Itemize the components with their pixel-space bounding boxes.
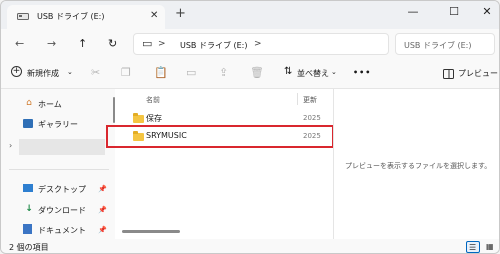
new-button[interactable]: 新規作成 [27,68,59,79]
navigation-pane [1,89,115,239]
chevron-down-icon[interactable]: ⌄ [331,68,337,76]
list-item[interactable]: 保存 2025 [121,111,331,125]
tab-title: USB ドライブ (E:) [37,12,105,21]
details-view-icon: ☰ [469,243,477,252]
rename-icon[interactable]: ▭ [186,66,196,79]
folder-icon [133,113,144,123]
status-bar [1,239,499,253]
chevron-down-icon[interactable]: ⌄ [67,68,73,76]
share-icon[interactable]: ⇪ [219,66,228,79]
sidebar-item-label: ダウンロード [38,206,86,215]
maximize-button[interactable]: ☐ [444,5,464,18]
details-view-button[interactable]: ☰ [466,241,480,253]
monitor-icon: ▭ [142,37,153,50]
preview-message: プレビューを表示するファイルを選択します。 [345,162,492,170]
item-count: 2 個の項目 [9,243,49,252]
sidebar-item-label: デスクトップ [38,185,86,194]
sort-icon: ⇅ [284,66,293,77]
search-box[interactable]: USB ドライブ (E:) [395,33,495,55]
cut-icon[interactable]: ✂ [91,66,100,79]
home-icon: ⌂ [26,98,32,108]
sidebar-item-label: ホーム [38,100,62,109]
chevron-right-icon[interactable]: > [254,39,262,49]
desktop-icon [23,184,33,192]
copy-icon[interactable]: ❐ [121,66,131,79]
file-date: 2025 [303,114,321,122]
close-tab-icon[interactable]: ✕ [150,10,158,21]
column-header-modified[interactable]: 更新 [303,95,317,105]
tiles-view-button[interactable]: ▦ [484,241,498,253]
tab-usb-drive[interactable]: USB ドライブ (E:) ✕ [7,5,165,29]
minimize-button[interactable]: — [403,5,423,18]
delete-icon[interactable]: 🗑 [250,66,264,79]
documents-icon [23,224,32,234]
selection-highlight-box [106,125,334,148]
preview-pane-icon [443,69,454,79]
sort-button[interactable]: 並べ替え [297,68,329,79]
chevron-right-icon[interactable]: › [9,141,12,150]
command-bar: + 新規作成 ⌄ ✂ ❐ 📋 ▭ ⇪ 🗑 ⇅ 並べ替え ⌄ ••• プレビュー [1,59,499,89]
tiles-view-icon: ▦ [486,242,494,251]
file-explorer-window: USB ドライブ (E:) ✕ + — ☐ ✕ ← → ↑ ↻ ▭ > USB … [0,0,500,254]
sidebar-divider [9,169,109,170]
address-path[interactable]: USB ドライブ (E:) [180,40,248,51]
add-icon: + [11,66,22,77]
back-button[interactable]: ← [15,37,24,50]
column-divider[interactable] [297,93,298,105]
chevron-right-icon[interactable]: > [158,39,166,49]
address-bar[interactable]: ▭ > USB ドライブ (E:) > [133,33,389,55]
forward-button[interactable]: → [47,37,56,50]
refresh-button[interactable]: ↻ [108,37,117,50]
pin-icon[interactable]: 📌 [98,206,107,214]
sidebar-item-label: ギャラリー [38,120,78,129]
column-header-name[interactable]: 名前 [146,95,160,105]
file-name: 保存 [146,114,162,123]
redacted-sidebar-item[interactable] [19,139,105,155]
usb-drive-icon [17,13,29,20]
paste-icon[interactable]: 📋 [154,66,168,79]
preview-button[interactable]: プレビュー [458,68,498,79]
sidebar-item-label: ドキュメント [38,226,86,235]
pin-icon[interactable]: 📌 [98,185,107,193]
pin-icon[interactable]: 📌 [98,226,107,234]
close-window-button[interactable]: ✕ [477,5,497,18]
horizontal-scrollbar[interactable] [122,230,180,233]
up-button[interactable]: ↑ [78,37,87,50]
search-input[interactable]: USB ドライブ (E:) [404,40,472,51]
gallery-icon [23,119,33,128]
download-icon: ↓ [25,204,33,214]
more-options-button[interactable]: ••• [353,68,371,77]
new-tab-button[interactable]: + [175,7,186,20]
title-bar: USB ドライブ (E:) ✕ + — ☐ ✕ [1,1,499,29]
